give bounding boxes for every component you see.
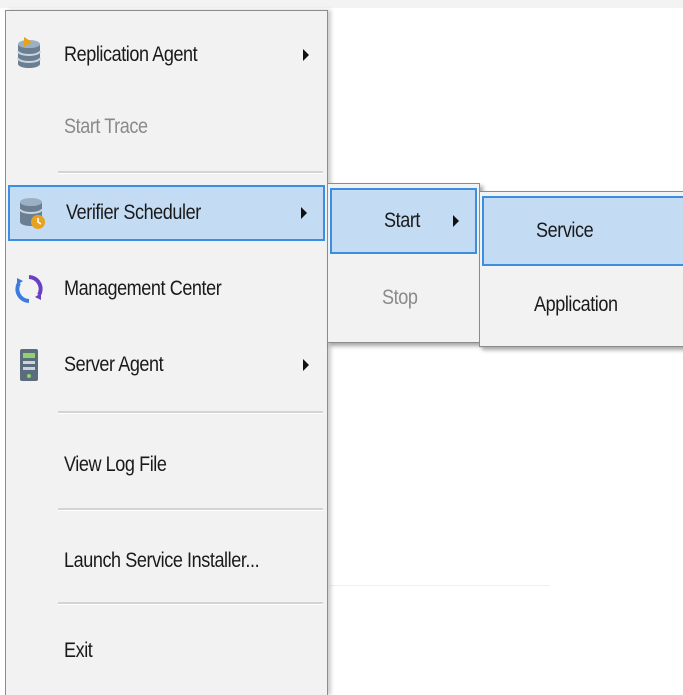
menu-item-label: Launch Service Installer...	[64, 549, 260, 572]
server-icon	[20, 349, 38, 381]
menu-item-label: Exit	[64, 639, 93, 662]
submenu-arrow-icon	[453, 215, 459, 227]
menu-item-label: View Log File	[64, 453, 167, 476]
menu-item-label: Stop	[382, 286, 418, 309]
verifier-scheduler-submenu: Start Stop	[327, 183, 480, 343]
menu-item-label: Application	[534, 293, 618, 316]
refresh-circle-icon	[15, 275, 43, 303]
background-divider	[330, 585, 550, 586]
menu-item-label: Service	[536, 219, 594, 242]
menu-item-server-agent[interactable]: Server Agent	[8, 337, 325, 393]
menu-item-label: Management Center	[64, 277, 222, 300]
menu-item-stop[interactable]: Stop	[330, 270, 477, 326]
menu-item-launch-service-installer[interactable]: Launch Service Installer...	[8, 533, 325, 589]
menu-item-view-log-file[interactable]: View Log File	[8, 437, 325, 493]
menu-separator	[58, 508, 323, 511]
menu-item-label: Replication Agent	[64, 43, 198, 66]
menu-item-service[interactable]: Service	[482, 196, 683, 266]
submenu-arrow-icon	[303, 359, 309, 371]
database-clock-icon	[19, 198, 45, 229]
menu-item-label: Start	[384, 209, 420, 232]
start-submenu: Service Application	[479, 191, 683, 347]
menu-item-start-trace[interactable]: Start Trace	[8, 99, 325, 155]
menu-separator	[58, 602, 323, 605]
menu-separator	[58, 171, 323, 174]
menu-item-start[interactable]: Start	[330, 188, 477, 254]
menu-item-label: Server Agent	[64, 353, 164, 376]
menu-item-replication-agent[interactable]: Replication Agent	[8, 27, 325, 83]
menu-item-exit[interactable]: Exit	[8, 623, 325, 679]
background-strip	[0, 0, 683, 8]
submenu-arrow-icon	[303, 49, 309, 61]
context-menu: Replication Agent Start Trace Verifier S…	[5, 10, 328, 695]
menu-item-application[interactable]: Application	[482, 276, 683, 334]
menu-separator	[58, 411, 323, 414]
menu-item-label: Verifier Scheduler	[66, 201, 201, 224]
database-arrow-icon	[17, 37, 41, 68]
menu-item-verifier-scheduler[interactable]: Verifier Scheduler	[8, 185, 325, 241]
menu-item-management-center[interactable]: Management Center	[8, 261, 325, 317]
submenu-arrow-icon	[301, 207, 307, 219]
menu-item-label: Start Trace	[64, 115, 148, 138]
